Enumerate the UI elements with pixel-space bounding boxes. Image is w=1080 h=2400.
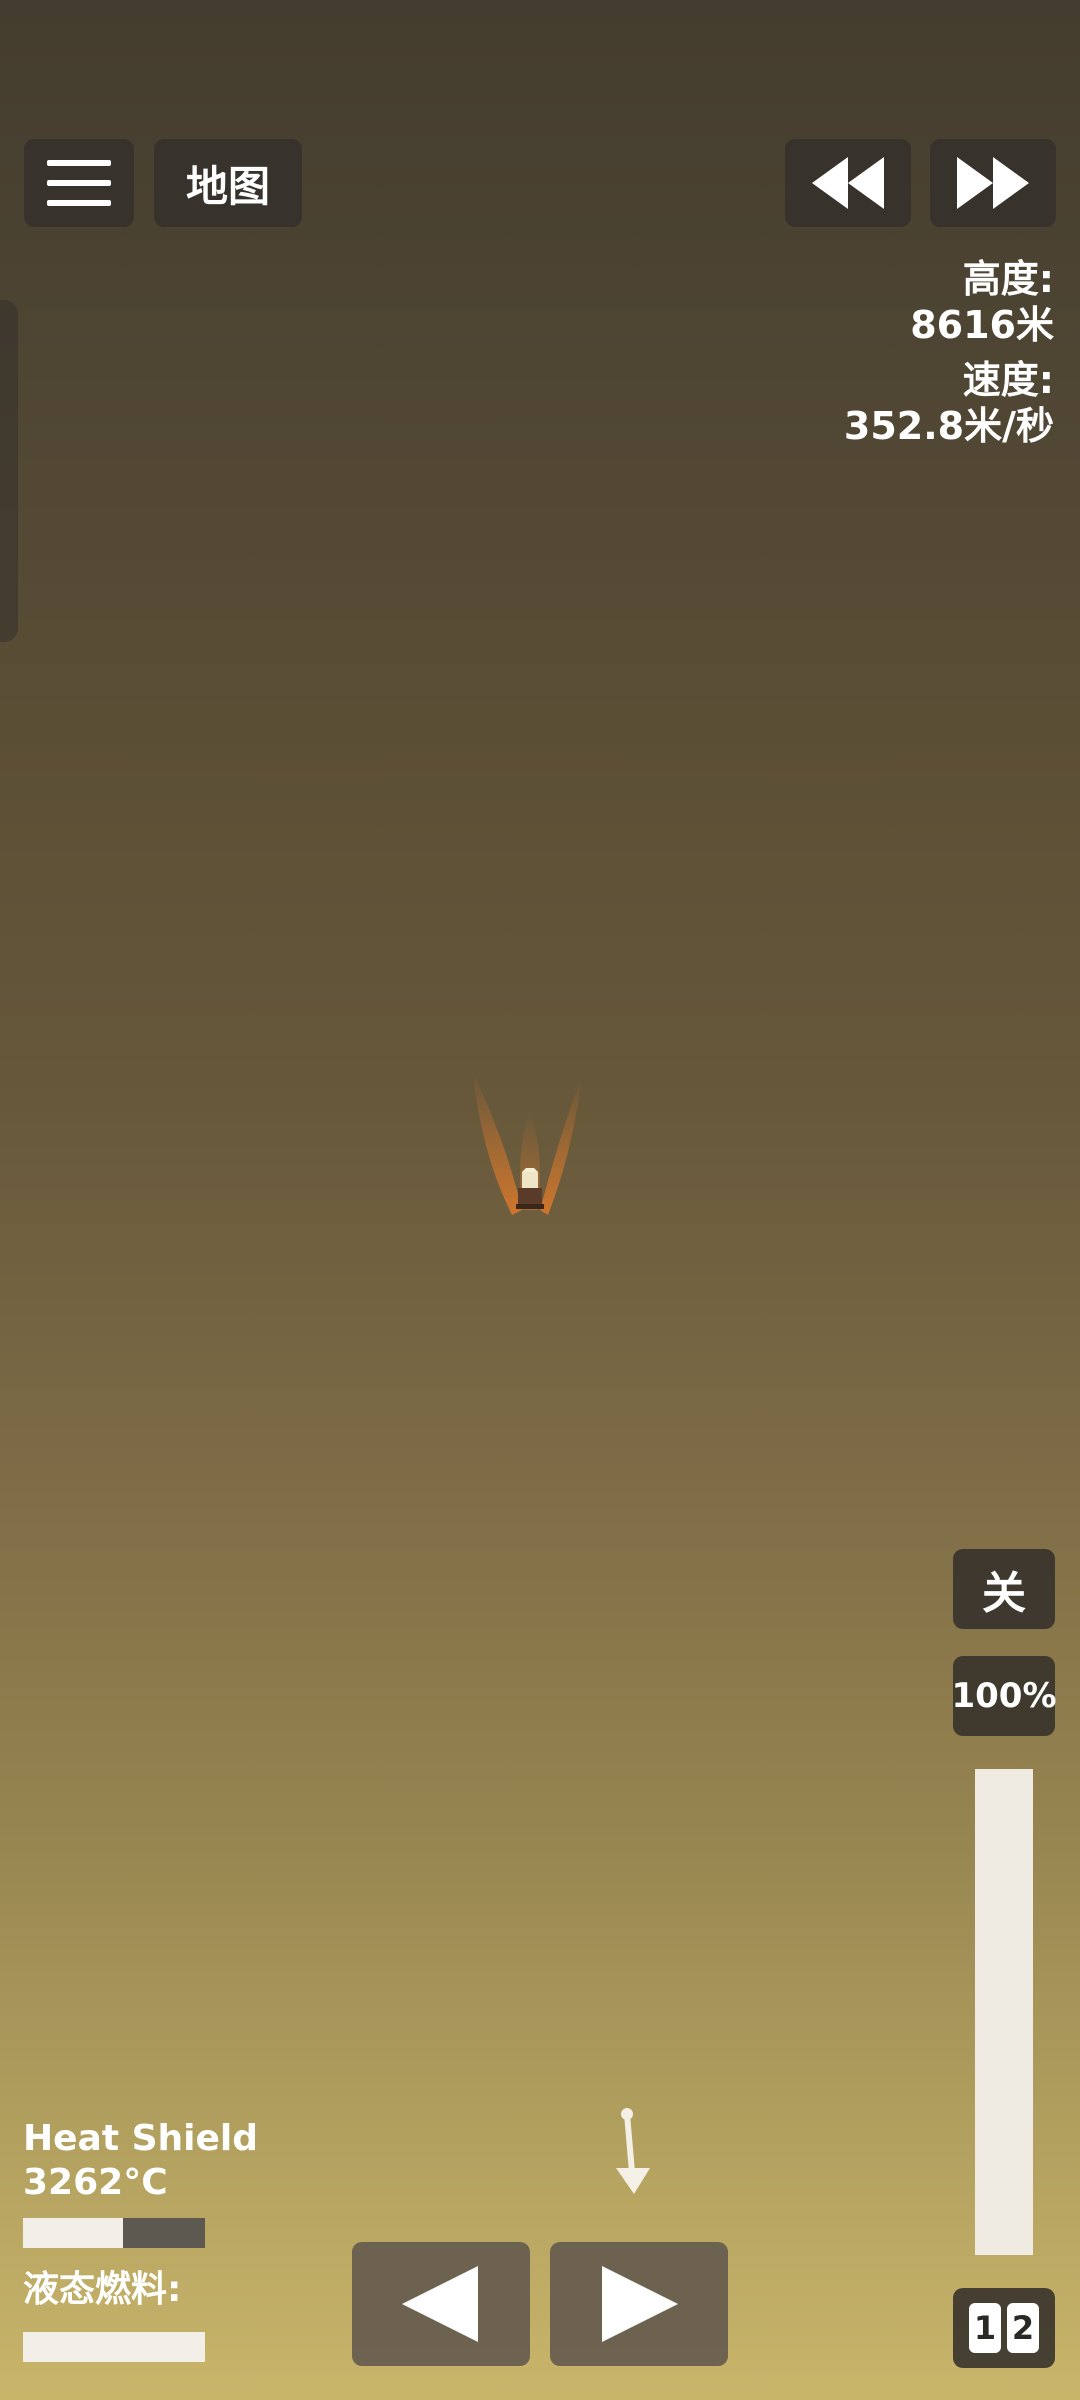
fast-forward-icon [957,157,1029,209]
heat-shield-bar [23,2218,205,2248]
speed-label: 速度: [962,358,1054,402]
spacecraft [472,1070,582,1215]
speed-readout: 速度: 352.8米/秒 [844,357,1054,449]
speed-value: 352.8米/秒 [843,404,1054,448]
rotate-right-button[interactable] [550,2242,728,2366]
side-drawer-tab[interactable] [0,300,18,642]
hamburger-icon [47,160,111,206]
heat-shield-temperature: 3262°C [23,2162,168,2203]
throttle-slider-fill [975,1769,1033,2255]
heat-shield-readout: Heat Shield 3262°C [23,2117,258,2205]
altitude-value: 8616米 [910,303,1054,347]
fast-forward-button[interactable] [930,139,1056,227]
throttle-off-button[interactable]: 关 [953,1549,1055,1629]
throttle-max-button[interactable]: 100% [951,1656,1057,1736]
rewind-button[interactable] [785,139,911,227]
fuel-bar [23,2332,205,2362]
rewind-icon [812,157,884,209]
altitude-readout: 高度: 8616米 [910,256,1054,348]
triangle-left-icon [402,2266,478,2342]
stage-button[interactable]: 1 2 [953,2288,1055,2368]
map-button[interactable]: 地图 [154,139,302,227]
throttle-slider[interactable] [975,1769,1033,2255]
menu-button[interactable] [24,139,134,227]
rotate-left-button[interactable] [352,2242,530,2366]
fuel-bar-fill [23,2332,205,2362]
stage-digit: 2 [1007,2303,1039,2353]
fuel-label: 液态燃料: [23,2269,182,2310]
heat-shield-name: Heat Shield [23,2118,259,2159]
heat-shield-bar-fill [23,2218,124,2248]
triangle-right-icon [602,2266,678,2342]
stage-digit: 1 [969,2303,1001,2353]
altitude-label: 高度: [962,257,1054,301]
direction-arrow-icon [616,2108,650,2194]
